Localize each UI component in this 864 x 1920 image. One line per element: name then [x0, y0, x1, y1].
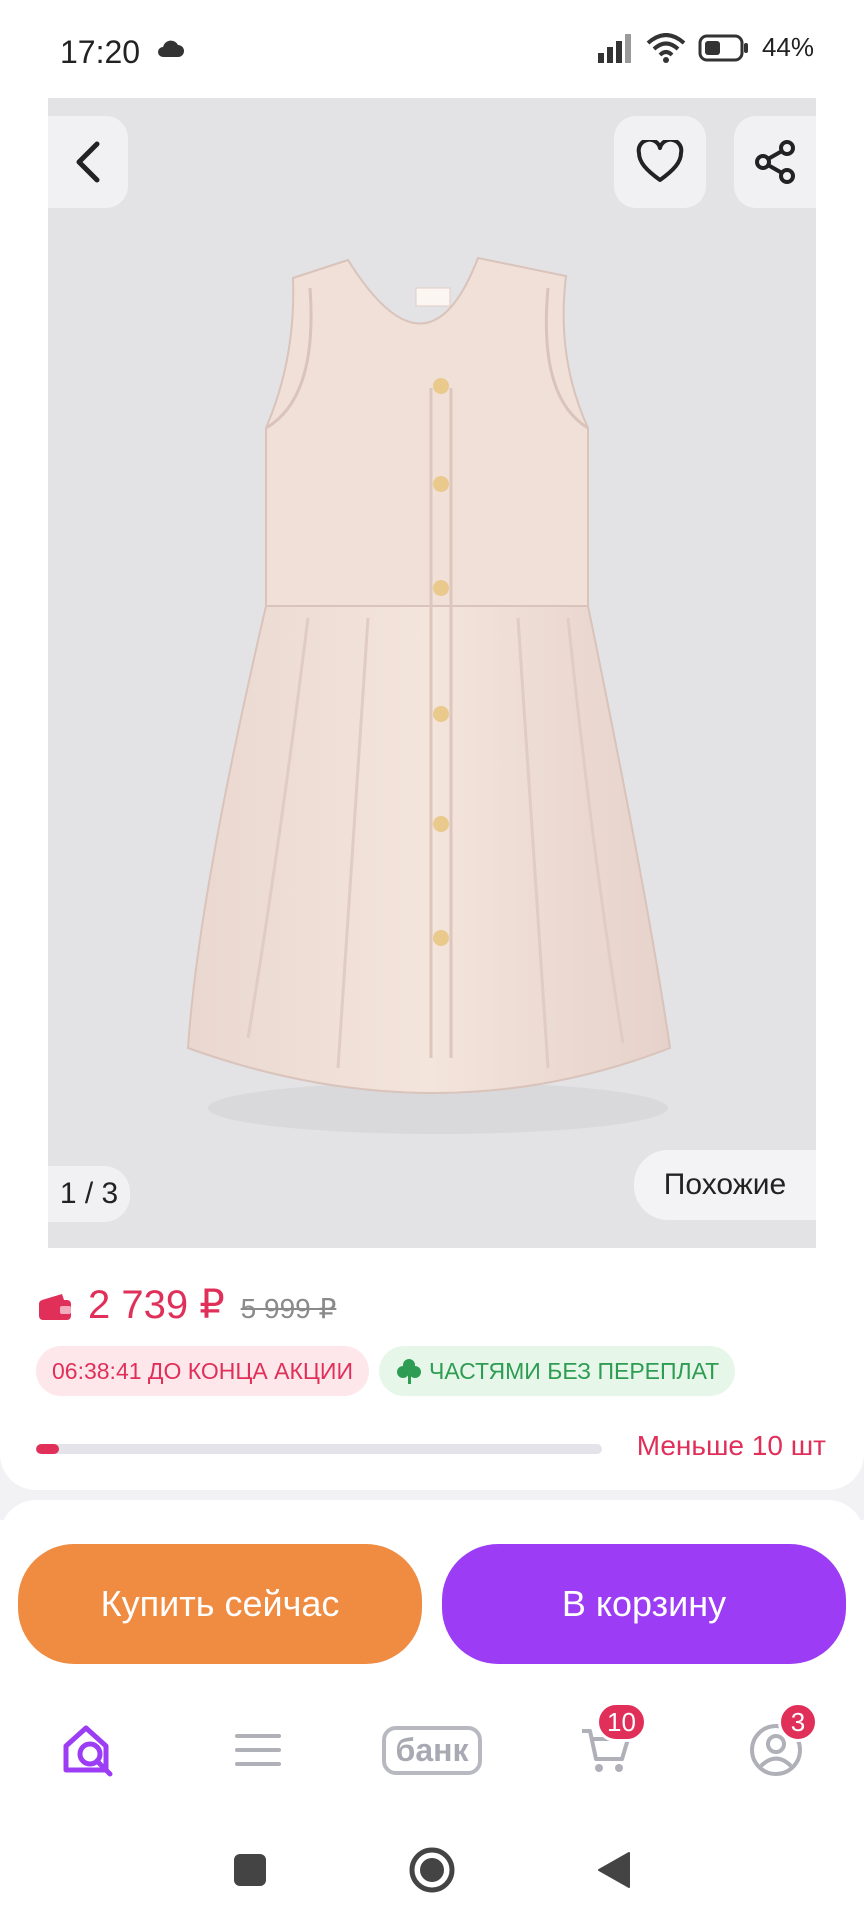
triangle-back-icon	[598, 1852, 630, 1888]
back-system-button[interactable]	[584, 1840, 644, 1900]
status-icons: 44%	[597, 32, 814, 63]
tab-home-search[interactable]	[38, 1710, 138, 1790]
installments-text: ЧАСТЯМИ БЕЗ ПЕРЕПЛАТ	[428, 1357, 720, 1384]
sale-timer-badge: 06:38:41 ДО КОНЦА АКЦИИ	[36, 1346, 369, 1396]
status-time: 17:20	[60, 34, 141, 70]
favorite-button[interactable]	[614, 116, 706, 208]
promo-badges: 06:38:41 ДО КОНЦА АКЦИИ ЧАСТЯМИ БЕЗ ПЕРЕ…	[36, 1346, 736, 1396]
wifi-icon	[646, 32, 686, 63]
heart-icon	[636, 140, 684, 182]
installments-badge[interactable]: ЧАСТЯМИ БЕЗ ПЕРЕПЛАТ	[378, 1346, 736, 1396]
stock-progress-track	[36, 1444, 602, 1454]
product-gallery[interactable]	[48, 98, 816, 1248]
action-bar: Купить сейчас В корзину	[0, 1520, 864, 1680]
add-to-cart-button[interactable]: В корзину	[442, 1544, 846, 1664]
similar-button[interactable]: Похожие	[634, 1150, 816, 1220]
current-price: 2 739 ₽	[88, 1283, 225, 1327]
buy-now-button[interactable]: Купить сейчас	[18, 1544, 422, 1664]
status-bar: 17:20 44%	[0, 0, 864, 100]
price-row: 2 739 ₽ 5 999 ₽	[38, 1282, 336, 1328]
bottom-nav: банк 10 3	[0, 1680, 864, 1820]
tab-cart[interactable]: 10	[556, 1702, 656, 1790]
cart-count-badge: 10	[596, 1702, 647, 1742]
profile-count-badge: 3	[778, 1702, 818, 1742]
cloud-icon	[158, 40, 184, 57]
bank-label: банк	[381, 1725, 483, 1775]
recents-button[interactable]	[220, 1840, 280, 1900]
clover-icon	[396, 1359, 421, 1384]
system-nav	[0, 1820, 864, 1920]
old-price: 5 999 ₽	[240, 1293, 337, 1324]
square-icon	[234, 1854, 266, 1886]
circle-icon	[409, 1847, 455, 1893]
home-search-icon	[63, 1725, 113, 1777]
tab-bank[interactable]: банк	[362, 1710, 502, 1790]
chevron-left-icon	[76, 141, 100, 183]
signal-icon	[597, 33, 631, 63]
share-icon	[755, 140, 795, 184]
product-image	[186, 256, 672, 1134]
sale-timer-text: 06:38:41 ДО КОНЦА АКЦИИ	[52, 1357, 353, 1384]
home-button[interactable]	[402, 1840, 462, 1900]
wallet-icon	[39, 1294, 71, 1320]
back-button[interactable]	[48, 116, 128, 208]
stock-label: Меньше 10 шт	[636, 1430, 826, 1461]
tab-catalog[interactable]	[208, 1710, 308, 1790]
gallery-page-indicator: 1 / 3	[48, 1166, 130, 1222]
share-button[interactable]	[734, 116, 816, 208]
menu-icon	[235, 1734, 281, 1766]
battery-percent: 44%	[761, 32, 814, 62]
stock-indicator: Меньше 10 шт	[36, 1428, 826, 1468]
tab-profile[interactable]: 3	[726, 1702, 826, 1790]
battery-icon	[698, 34, 748, 61]
stock-progress-fill	[36, 1444, 59, 1454]
